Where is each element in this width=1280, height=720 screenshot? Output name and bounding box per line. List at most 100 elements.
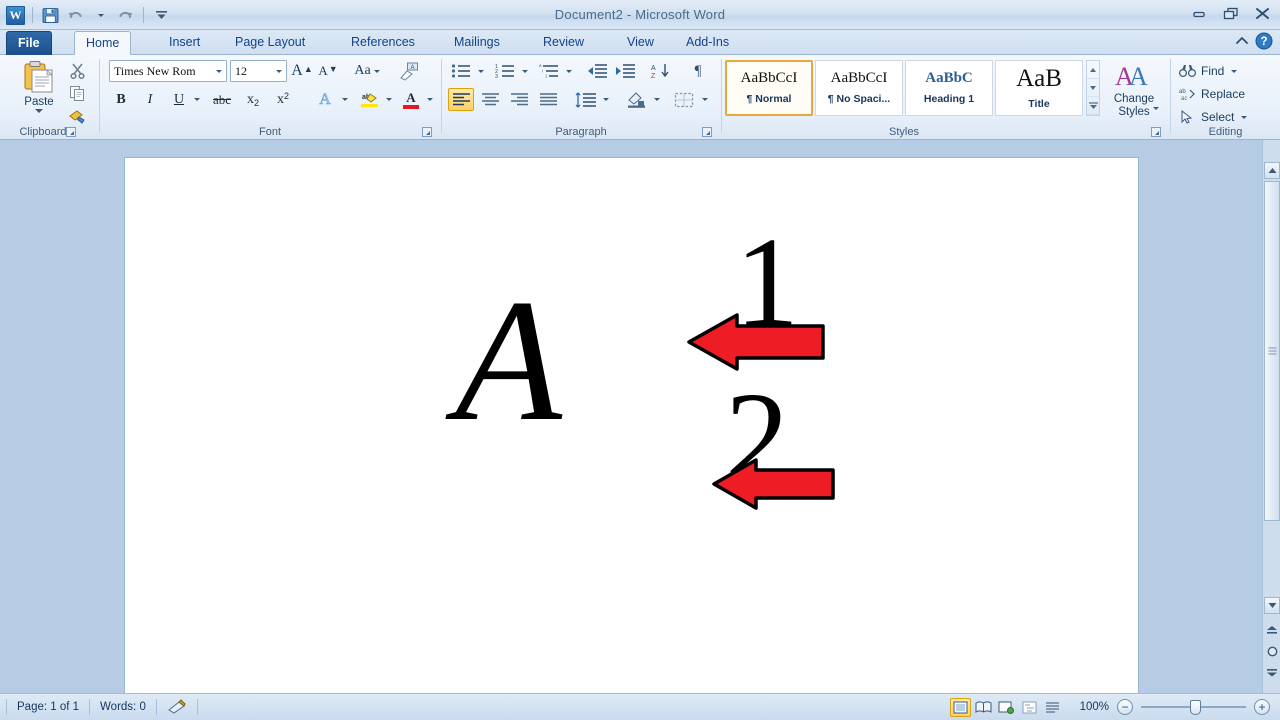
style-heading-1[interactable]: AaBbC Heading 1: [905, 60, 993, 116]
font-name-dropdown-icon[interactable]: [212, 61, 226, 81]
line-spacing-button[interactable]: [572, 88, 600, 111]
text-effects-button[interactable]: A: [312, 88, 338, 111]
find-button[interactable]: Find: [1175, 60, 1241, 82]
strikethrough-icon: abc: [212, 91, 232, 107]
change-case-button[interactable]: Aa: [350, 59, 384, 83]
zoom-out-button[interactable]: −: [1117, 699, 1133, 715]
tab-review[interactable]: Review: [532, 31, 595, 55]
format-painter-button[interactable]: [66, 106, 88, 127]
styles-more-icon[interactable]: [1087, 97, 1099, 115]
minimize-icon[interactable]: [1188, 4, 1210, 22]
paragraph-dialog-launcher[interactable]: [702, 127, 712, 137]
grow-font-button[interactable]: A ▲: [290, 59, 314, 83]
document-page[interactable]: A 1 2: [125, 158, 1138, 693]
sort-button[interactable]: A Z: [647, 60, 673, 82]
collapse-ribbon-icon[interactable]: [1234, 34, 1250, 51]
replace-button[interactable]: ab ac Replace: [1175, 83, 1249, 105]
align-center-button[interactable]: [477, 88, 503, 111]
change-styles-dropdown-icon[interactable]: [1153, 107, 1159, 110]
word-count[interactable]: Words: 0: [90, 701, 156, 713]
tab-file[interactable]: File: [6, 31, 52, 55]
styles-dialog-launcher[interactable]: [1151, 127, 1161, 137]
multilevel-dropdown-icon[interactable]: [562, 60, 575, 82]
cut-button[interactable]: [66, 60, 88, 81]
font-size-dropdown-icon[interactable]: [272, 61, 286, 81]
strikethrough-button[interactable]: abc: [208, 88, 236, 111]
vertical-scrollbar[interactable]: [1262, 140, 1280, 693]
restore-icon[interactable]: [1220, 4, 1242, 22]
borders-dropdown-icon[interactable]: [698, 88, 711, 111]
shading-button[interactable]: [622, 88, 650, 111]
draft-button[interactable]: [1042, 698, 1063, 717]
styles-scroll-down-icon[interactable]: [1087, 79, 1099, 97]
bullets-dropdown-icon[interactable]: [474, 60, 487, 82]
underline-dropdown-icon[interactable]: [190, 88, 204, 111]
web-layout-button[interactable]: [996, 698, 1017, 717]
scrollbar-thumb[interactable]: [1264, 181, 1280, 521]
align-left-button[interactable]: [448, 88, 474, 111]
increase-indent-button[interactable]: [612, 60, 638, 82]
text-effects-dropdown-icon[interactable]: [338, 88, 351, 111]
zoom-slider-knob[interactable]: [1190, 700, 1201, 715]
font-name-combo[interactable]: Times New Rom: [109, 60, 227, 82]
select-browse-object-button[interactable]: [1264, 643, 1280, 660]
style-no-spacing[interactable]: AaBbCcI ¶ No Spaci...: [815, 60, 903, 116]
highlight-button[interactable]: ab: [356, 88, 382, 111]
tab-mailings[interactable]: Mailings: [443, 31, 511, 55]
italic-button[interactable]: I: [138, 88, 162, 111]
style-normal[interactable]: AaBbCcI ¶ Normal: [725, 60, 813, 116]
help-icon[interactable]: ?: [1255, 32, 1273, 53]
select-button[interactable]: Select: [1175, 106, 1251, 128]
font-color-dropdown-icon[interactable]: [423, 88, 436, 111]
change-styles-button[interactable]: A A Change Styles: [1101, 55, 1167, 140]
full-screen-reading-button[interactable]: [973, 698, 994, 717]
decrease-indent-button[interactable]: [584, 60, 610, 82]
superscript-button[interactable]: x2: [270, 88, 296, 111]
styles-scroll-up-icon[interactable]: [1087, 61, 1099, 79]
show-marks-button[interactable]: ¶: [685, 60, 711, 82]
align-right-button[interactable]: [506, 88, 532, 111]
scroll-down-button[interactable]: [1264, 597, 1280, 614]
font-size-combo[interactable]: 12: [230, 60, 287, 82]
tab-insert[interactable]: Insert: [158, 31, 211, 55]
tab-page-layout[interactable]: Page Layout: [224, 31, 316, 55]
page-indicator[interactable]: Page: 1 of 1: [7, 701, 89, 713]
tab-references[interactable]: References: [340, 31, 426, 55]
zoom-slider[interactable]: [1141, 699, 1246, 715]
borders-button[interactable]: [670, 88, 698, 111]
zoom-in-button[interactable]: +: [1254, 699, 1270, 715]
justify-button[interactable]: [535, 88, 561, 111]
multilevel-list-button[interactable]: ai1: [536, 60, 562, 82]
font-dialog-launcher[interactable]: [422, 127, 432, 137]
zoom-level[interactable]: 100%: [1068, 701, 1117, 713]
scroll-up-button[interactable]: [1264, 162, 1280, 179]
clipboard-dialog-launcher[interactable]: [66, 127, 76, 137]
bold-button[interactable]: B: [109, 88, 133, 111]
underline-button[interactable]: U: [167, 88, 191, 111]
close-icon[interactable]: [1252, 4, 1274, 22]
style-title[interactable]: AaB Title: [995, 60, 1083, 116]
tab-view[interactable]: View: [616, 31, 665, 55]
copy-button[interactable]: [66, 83, 88, 104]
bullets-button[interactable]: [448, 60, 474, 82]
print-layout-button[interactable]: [949, 697, 971, 717]
styles-gallery-scroll[interactable]: [1086, 60, 1100, 116]
font-color-button[interactable]: A: [399, 88, 423, 111]
proofing-status-icon[interactable]: [157, 699, 197, 715]
numbering-button[interactable]: 123: [492, 60, 518, 82]
highlight-dropdown-icon[interactable]: [382, 88, 395, 111]
subscript-button[interactable]: x2: [240, 88, 266, 111]
numbering-dropdown-icon[interactable]: [518, 60, 531, 82]
outline-button[interactable]: [1019, 698, 1040, 717]
previous-page-button[interactable]: [1264, 622, 1280, 639]
shading-dropdown-icon[interactable]: [650, 88, 663, 111]
clear-formatting-button[interactable]: A: [396, 59, 422, 83]
next-page-button[interactable]: [1264, 664, 1280, 681]
paste-button[interactable]: Paste: [14, 59, 64, 131]
paste-dropdown-icon[interactable]: [35, 109, 43, 113]
tab-home[interactable]: Home: [74, 31, 132, 55]
shrink-font-button[interactable]: A ▼: [316, 59, 340, 83]
line-spacing-dropdown-icon[interactable]: [599, 88, 612, 111]
svg-text:A: A: [651, 65, 656, 72]
tab-add-ins[interactable]: Add-Ins: [675, 31, 740, 55]
